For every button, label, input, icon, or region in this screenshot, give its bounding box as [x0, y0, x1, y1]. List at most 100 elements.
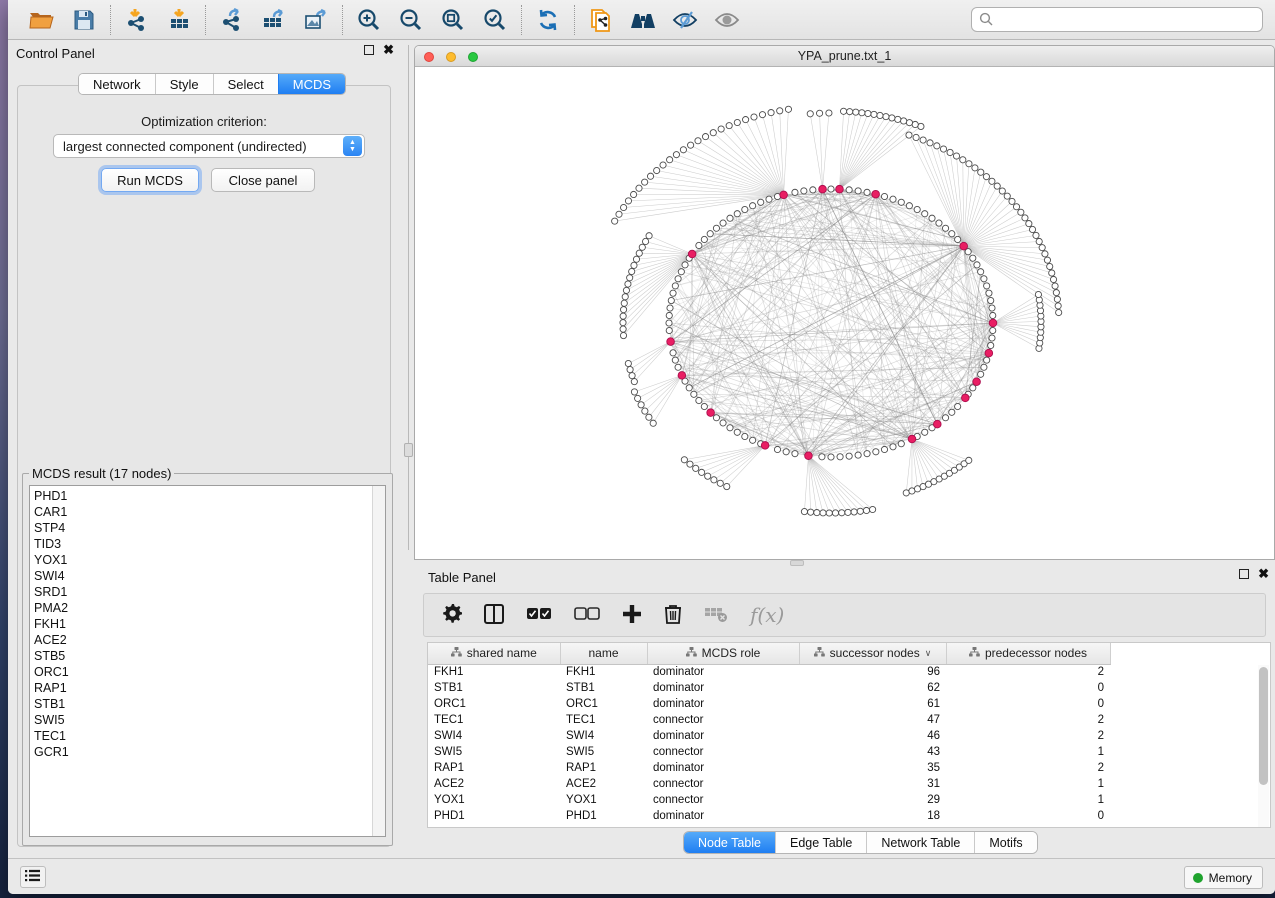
network-node[interactable]	[810, 187, 816, 193]
table-scrollbar-thumb[interactable]	[1259, 667, 1268, 785]
save-session-button[interactable]	[70, 6, 98, 34]
table-cell[interactable]: YOX1	[560, 792, 647, 808]
network-node[interactable]	[970, 255, 976, 261]
table-row[interactable]: TEC1TEC1connector472	[428, 712, 1110, 728]
network-node[interactable]	[650, 420, 656, 426]
float-table-panel-icon[interactable]	[1239, 569, 1249, 579]
network-node[interactable]	[713, 415, 719, 421]
network-node[interactable]	[913, 134, 919, 140]
table-cell[interactable]: dominator	[647, 680, 799, 696]
table-cell[interactable]: STB1	[428, 680, 560, 696]
network-node[interactable]	[1035, 291, 1041, 297]
table-cell[interactable]: 1	[946, 792, 1110, 808]
network-node[interactable]	[826, 110, 832, 116]
network-node[interactable]	[711, 477, 717, 483]
network-node[interactable]	[1056, 309, 1062, 315]
mcds-result-item[interactable]: SWI5	[34, 712, 372, 728]
network-node[interactable]	[792, 451, 798, 457]
network-node[interactable]	[727, 425, 733, 431]
network-node[interactable]	[642, 179, 648, 185]
network-node[interactable]	[1022, 215, 1028, 221]
network-node[interactable]	[750, 437, 756, 443]
network-node[interactable]	[686, 385, 692, 391]
network-node[interactable]	[869, 506, 875, 512]
table-cell[interactable]: 62	[799, 680, 946, 696]
network-node[interactable]	[627, 366, 633, 372]
network-node[interactable]	[989, 335, 995, 341]
network-node[interactable]	[942, 415, 948, 421]
network-node[interactable]	[751, 114, 757, 120]
table-cell[interactable]: 1	[946, 744, 1110, 760]
mcds-network-node[interactable]	[836, 185, 844, 193]
network-node[interactable]	[986, 290, 992, 296]
network-node[interactable]	[1033, 232, 1039, 238]
network-node[interactable]	[960, 157, 966, 163]
network-node[interactable]	[807, 111, 813, 117]
network-node[interactable]	[625, 198, 631, 204]
network-node[interactable]	[699, 469, 705, 475]
table-row[interactable]: PHD1PHD1dominator180	[428, 808, 1110, 824]
table-cell[interactable]: dominator	[647, 760, 799, 776]
network-node[interactable]	[701, 236, 707, 242]
network-node[interactable]	[901, 118, 907, 124]
network-node[interactable]	[727, 215, 733, 221]
network-node[interactable]	[914, 206, 920, 212]
table-cell[interactable]: ACE2	[428, 776, 560, 792]
close-panel-icon[interactable]: ✖	[383, 45, 394, 55]
network-node[interactable]	[846, 187, 852, 193]
network-node[interactable]	[630, 191, 636, 197]
network-node[interactable]	[620, 204, 626, 210]
table-cell[interactable]: 2	[946, 760, 1110, 776]
mcds-result-item[interactable]: YOX1	[34, 552, 372, 568]
network-node[interactable]	[696, 242, 702, 248]
table-cell[interactable]: ORC1	[428, 696, 560, 712]
network-node[interactable]	[881, 193, 887, 199]
network-node[interactable]	[988, 297, 994, 303]
tab-style[interactable]: Style	[155, 74, 213, 94]
network-node[interactable]	[816, 110, 822, 116]
network-node[interactable]	[777, 108, 783, 114]
mcds-network-node[interactable]	[985, 349, 993, 357]
network-node[interactable]	[819, 454, 825, 460]
network-node[interactable]	[988, 342, 994, 348]
network-node[interactable]	[1026, 221, 1032, 227]
table-cell[interactable]: FKH1	[428, 664, 560, 680]
network-node[interactable]	[1047, 263, 1053, 269]
network-node[interactable]	[705, 473, 711, 479]
network-node[interactable]	[1052, 283, 1058, 289]
table-cell[interactable]: connector	[647, 712, 799, 728]
network-node[interactable]	[863, 507, 869, 513]
network-node[interactable]	[696, 397, 702, 403]
network-node[interactable]	[667, 157, 673, 163]
tab-node-table[interactable]: Node Table	[684, 832, 775, 853]
network-node[interactable]	[625, 360, 631, 366]
open-file-button[interactable]	[28, 6, 56, 34]
show-all-button[interactable]	[713, 6, 741, 34]
table-cell[interactable]: RAP1	[428, 760, 560, 776]
network-node[interactable]	[759, 112, 765, 118]
table-row[interactable]: SWI5SWI5connector431	[428, 744, 1110, 760]
network-node[interactable]	[627, 275, 633, 281]
network-node[interactable]	[984, 357, 990, 363]
network-node[interactable]	[622, 294, 628, 300]
network-node[interactable]	[718, 126, 724, 132]
network-node[interactable]	[922, 211, 928, 217]
network-node[interactable]	[631, 262, 637, 268]
table-cell[interactable]: YOX1	[428, 792, 560, 808]
table-cell[interactable]: ORC1	[560, 696, 647, 712]
network-node[interactable]	[1053, 289, 1059, 295]
mcds-network-node[interactable]	[960, 242, 968, 250]
column-header-successor-nodes[interactable]: successor nodes∨	[799, 643, 946, 664]
network-node[interactable]	[978, 371, 984, 377]
table-cell[interactable]: 2	[946, 664, 1110, 680]
network-node[interactable]	[666, 327, 672, 333]
table-cell[interactable]: connector	[647, 776, 799, 792]
table-cell[interactable]: PHD1	[560, 808, 647, 824]
table-cell[interactable]: 43	[799, 744, 946, 760]
mcds-network-node[interactable]	[667, 338, 675, 346]
network-node[interactable]	[990, 327, 996, 333]
table-cell[interactable]: 0	[946, 808, 1110, 824]
network-node[interactable]	[940, 146, 946, 152]
network-node[interactable]	[934, 143, 940, 149]
network-node[interactable]	[890, 444, 896, 450]
